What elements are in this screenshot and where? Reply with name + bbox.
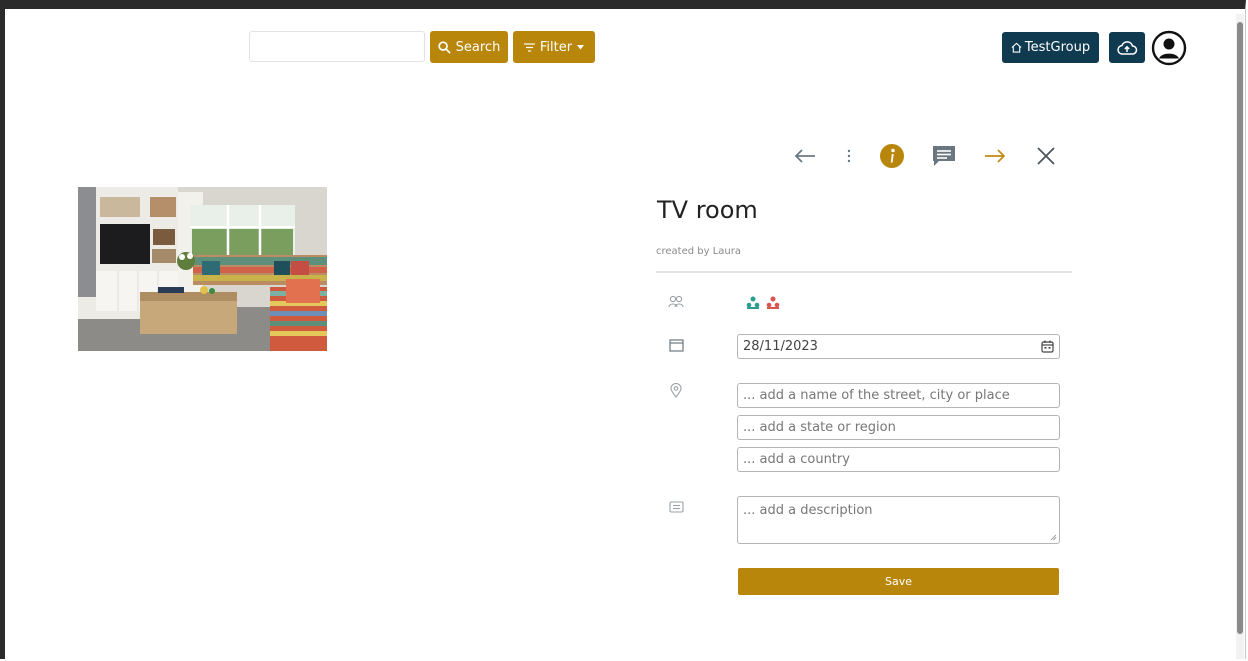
cloud-upload-icon bbox=[1117, 40, 1138, 55]
group-button[interactable]: TestGroup bbox=[1002, 32, 1099, 63]
search-input[interactable] bbox=[249, 31, 425, 62]
comment-button[interactable] bbox=[929, 141, 959, 171]
user-circle-icon[interactable] bbox=[1151, 30, 1187, 66]
filter-button-label: Filter bbox=[539, 39, 573, 55]
close-button[interactable] bbox=[1031, 141, 1061, 171]
resize-handle-icon[interactable] bbox=[1050, 534, 1057, 541]
calendar-icon bbox=[668, 339, 684, 352]
date-field[interactable]: 28/11/2023 bbox=[737, 334, 1060, 359]
date-value: 28/11/2023 bbox=[743, 339, 818, 354]
person-group-icon-teal[interactable] bbox=[746, 296, 760, 309]
location-row-icon bbox=[667, 381, 685, 399]
state-placeholder: ... add a state or region bbox=[743, 420, 896, 435]
location-pin-icon bbox=[670, 382, 682, 398]
close-icon bbox=[1037, 147, 1055, 165]
room-photo bbox=[78, 187, 327, 351]
more-vertical-icon bbox=[847, 149, 851, 163]
arrow-right-icon bbox=[985, 149, 1006, 163]
street-placeholder: ... add a name of the street, city or pl… bbox=[743, 388, 1010, 403]
filter-button[interactable]: Filter bbox=[513, 31, 595, 63]
info-button[interactable] bbox=[877, 141, 907, 171]
caret-down-icon bbox=[577, 44, 585, 49]
description-textarea[interactable]: ... add a description bbox=[737, 496, 1060, 544]
group-button-label: TestGroup bbox=[1024, 40, 1091, 55]
search-icon bbox=[438, 40, 451, 53]
country-input[interactable]: ... add a country bbox=[737, 447, 1060, 472]
upload-button[interactable] bbox=[1109, 32, 1145, 63]
filter-icon bbox=[523, 42, 535, 52]
people-row-icon bbox=[667, 293, 685, 311]
description-row-icon bbox=[667, 498, 685, 516]
save-button[interactable]: Save bbox=[738, 568, 1059, 595]
date-row-icon bbox=[667, 336, 685, 354]
more-button[interactable] bbox=[834, 141, 864, 171]
arrow-left-icon bbox=[794, 149, 815, 163]
forward-button[interactable] bbox=[980, 141, 1010, 171]
person-group-icon-red[interactable] bbox=[766, 296, 780, 309]
assigned-people[interactable] bbox=[746, 296, 780, 309]
state-input[interactable]: ... add a state or region bbox=[737, 415, 1060, 440]
comment-icon bbox=[933, 146, 955, 166]
search-button-label: Search bbox=[455, 39, 501, 55]
created-by-label: created by Laura bbox=[656, 246, 741, 257]
street-input[interactable]: ... add a name of the street, city or pl… bbox=[737, 383, 1060, 408]
save-button-label: Save bbox=[884, 575, 912, 588]
info-icon bbox=[880, 144, 904, 168]
scrollbar-thumb[interactable] bbox=[1237, 22, 1243, 634]
description-placeholder: ... add a description bbox=[743, 503, 873, 518]
divider bbox=[656, 271, 1072, 273]
back-button[interactable] bbox=[790, 141, 820, 171]
date-picker-icon[interactable] bbox=[1041, 340, 1054, 353]
description-icon bbox=[668, 500, 684, 513]
country-placeholder: ... add a country bbox=[743, 452, 850, 467]
search-button[interactable]: Search bbox=[430, 31, 508, 63]
people-icon bbox=[668, 295, 684, 308]
item-title: TV room bbox=[657, 196, 758, 224]
home-icon bbox=[1011, 42, 1022, 53]
